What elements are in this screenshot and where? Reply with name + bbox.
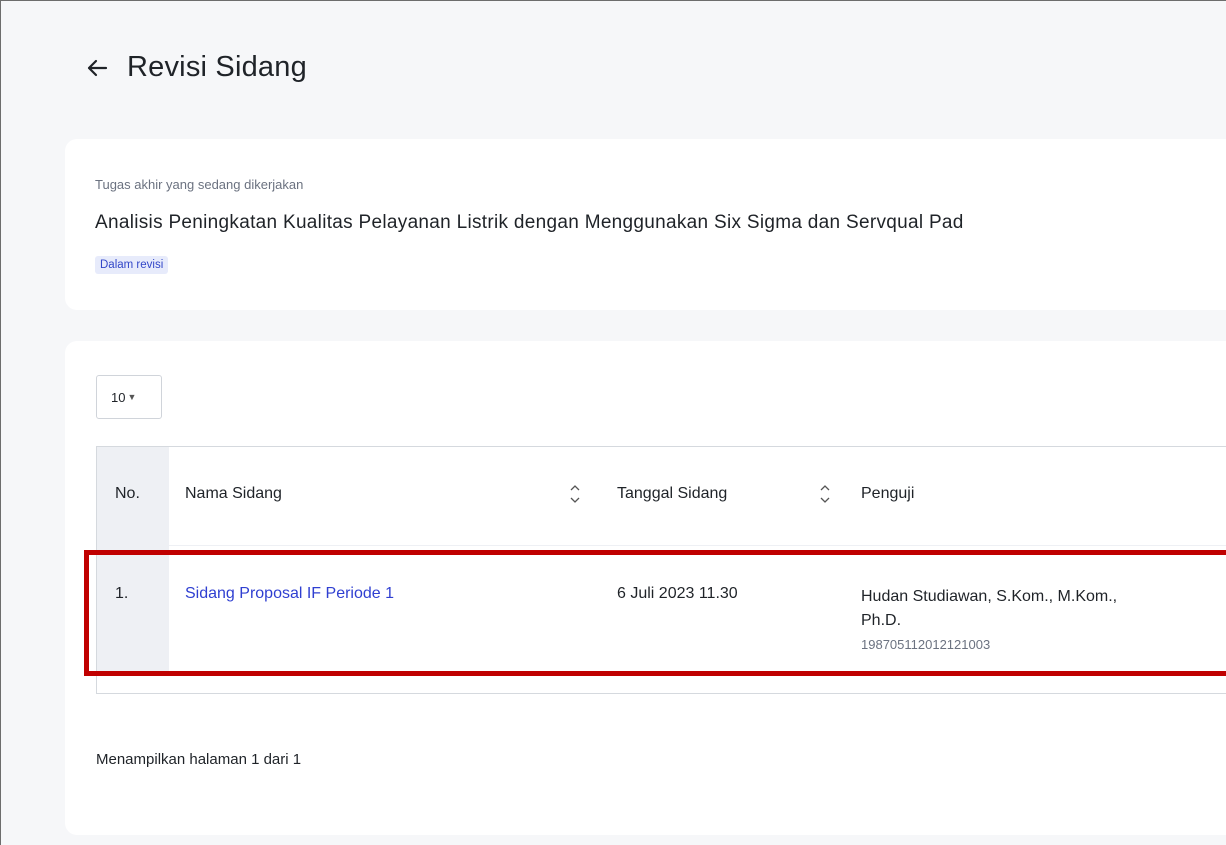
sort-tanggal-icon[interactable] [819,481,831,507]
sidang-date: 6 Juli 2023 11.30 [617,585,738,602]
table-row: 1. Sidang Proposal IF Periode 1 6 Juli 2… [84,547,1226,676]
pagination-info: Menampilkan halaman 1 dari 1 [96,751,302,768]
examiner-nip: 198705112012121003 [861,637,991,652]
examiner-name-line1: Hudan Studiawan, S.Kom., M.Kom., [861,588,1118,605]
page-size-select[interactable]: 10 ▼ [96,375,162,419]
thesis-label: Tugas akhir yang sedang dikerjakan [95,177,304,192]
page-size-value: 10 [111,389,126,405]
page-title: Revisi Sidang [127,51,307,83]
table-header: No. Nama Sidang Tanggal Sidang Penguji [97,447,1226,546]
page-header: Revisi Sidang [85,51,307,84]
header-tanggal-sidang[interactable]: Tanggal Sidang [617,485,727,503]
examiner-name-line2: Ph.D. [861,612,902,629]
thesis-title: Analisis Peningkatan Kualitas Pelayanan … [95,212,964,233]
page-frame: Revisi Sidang Tugas akhir yang sedang di… [0,0,1226,845]
sort-nama-icon[interactable] [569,481,581,507]
revision-table-card: 10 ▼ No. Nama Sidang Tanggal Sidang Peng… [65,341,1226,835]
header-nama-sidang[interactable]: Nama Sidang [185,485,282,503]
row-number: 1. [115,585,129,602]
back-arrow-icon[interactable] [85,55,111,81]
examiner-cell: Hudan Studiawan, S.Kom., M.Kom., Ph.D. 1… [861,585,1117,657]
header-penguji[interactable]: Penguji [861,485,914,503]
sidang-table: No. Nama Sidang Tanggal Sidang Penguji 1… [84,446,1226,694]
status-badge: Dalam revisi [95,256,169,274]
thesis-card: Tugas akhir yang sedang dikerjakan Anali… [65,139,1226,310]
sidang-name-link[interactable]: Sidang Proposal IF Periode 1 [185,585,394,603]
header-no[interactable]: No. [115,485,140,503]
caret-down-icon: ▼ [127,392,137,402]
